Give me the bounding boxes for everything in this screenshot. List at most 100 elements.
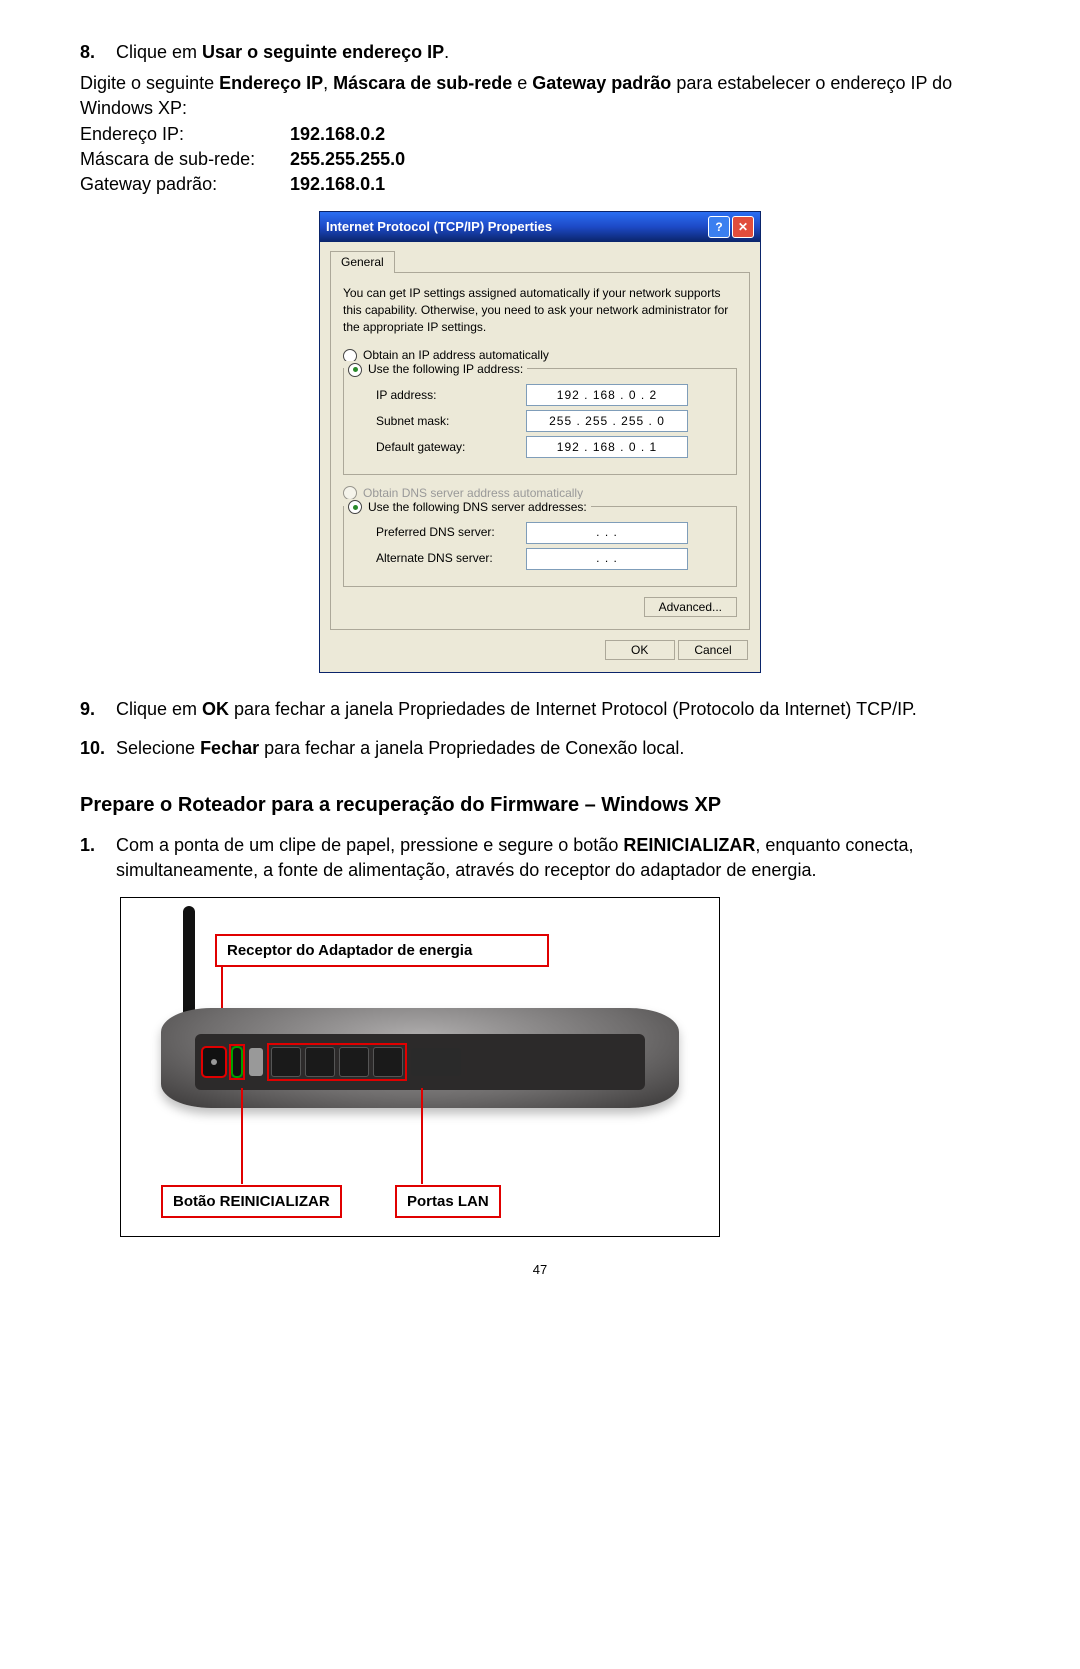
step-8-num: 8. [80, 40, 116, 65]
advanced-button[interactable]: Advanced... [644, 597, 737, 617]
router-diagram: Receptor do Adaptador de energia Botão R… [120, 897, 720, 1237]
ip-value: . . . [596, 550, 618, 567]
bold-text: Máscara de sub-rede [333, 73, 512, 93]
text: para fechar a janela Propriedades de Con… [259, 738, 684, 758]
bold-text: OK [202, 699, 229, 719]
kv-ip-value: 192.168.0.2 [290, 122, 385, 147]
radio-use-dns[interactable]: Use the following DNS server addresses: [344, 499, 591, 516]
close-icon: ✕ [738, 219, 748, 236]
section-heading: Prepare o Roteador para a recuperação do… [80, 791, 1000, 819]
text: e [512, 73, 532, 93]
ok-button[interactable]: OK [605, 640, 675, 660]
field-pref-dns: Preferred DNS server: . . . [376, 522, 726, 544]
pref-dns-input[interactable]: . . . [526, 522, 688, 544]
field-gateway: Default gateway: 192 . 168 . 0 . 1 [376, 436, 726, 458]
lan-port [339, 1047, 369, 1077]
step-9-text: Clique em OK para fechar a janela Propri… [116, 697, 1000, 722]
xp-body: General You can get IP settings assigned… [320, 242, 760, 671]
field-label: Subnet mask: [376, 413, 526, 430]
field-label: Alternate DNS server: [376, 550, 526, 567]
step-9: 9. Clique em OK para fechar a janela Pro… [80, 697, 1000, 722]
dialog-bottom-buttons: OK Cancel [330, 630, 750, 662]
router-body [161, 1008, 679, 1108]
kv-ip-label: Endereço IP: [80, 122, 290, 147]
ip-address-input[interactable]: 192 . 168 . 0 . 2 [526, 384, 688, 406]
xp-panel: You can get IP settings assigned automat… [330, 272, 750, 630]
step-10-text: Selecione Fechar para fechar a janela Pr… [116, 736, 1000, 761]
bold-text: Gateway padrão [532, 73, 671, 93]
advanced-row: Advanced... [343, 597, 737, 617]
kv-ip: Endereço IP: 192.168.0.2 [80, 122, 1000, 147]
page-number: 47 [80, 1261, 1000, 1279]
power-port [203, 1048, 225, 1076]
wan-slot [411, 1048, 461, 1076]
ip-group: Use the following IP address: IP address… [343, 368, 737, 475]
ip-value: . . . [596, 524, 618, 541]
lan-port [373, 1047, 403, 1077]
text: , [323, 73, 333, 93]
kv-mask: Máscara de sub-rede: 255.255.255.0 [80, 147, 1000, 172]
dns-group: Use the following DNS server addresses: … [343, 506, 737, 587]
text: . [444, 42, 449, 62]
help-button[interactable]: ? [708, 216, 730, 238]
xp-title-text: Internet Protocol (TCP/IP) Properties [326, 218, 706, 236]
bold-text: Endereço IP [219, 73, 323, 93]
step-10-num: 10. [80, 736, 116, 761]
xp-tcpip-dialog: Internet Protocol (TCP/IP) Properties ? … [319, 211, 761, 672]
step-8-text: Clique em Usar o seguinte endereço IP. [116, 40, 1000, 65]
field-alt-dns: Alternate DNS server: . . . [376, 548, 726, 570]
text: Clique em [116, 699, 202, 719]
router-step-1: 1. Com a ponta de um clipe de papel, pre… [80, 833, 1000, 883]
field-ip-address: IP address: 192 . 168 . 0 . 2 [376, 384, 726, 406]
xp-description: You can get IP settings assigned automat… [343, 285, 737, 335]
field-label: Preferred DNS server: [376, 524, 526, 541]
radio-label: Use the following DNS server addresses: [368, 499, 587, 516]
xp-titlebar[interactable]: Internet Protocol (TCP/IP) Properties ? … [320, 212, 760, 242]
router-face [195, 1034, 645, 1090]
subnet-input[interactable]: 255 . 255 . 255 . 0 [526, 410, 688, 432]
alt-dns-input[interactable]: . . . [526, 548, 688, 570]
lan-port [305, 1047, 335, 1077]
router-step-1-text: Com a ponta de um clipe de papel, pressi… [116, 833, 1000, 883]
callout-lan-ports: Portas LAN [395, 1185, 501, 1218]
kv-mask-value: 255.255.255.0 [290, 147, 405, 172]
kv-gw: Gateway padrão: 192.168.0.1 [80, 172, 1000, 197]
step-8: 8. Clique em Usar o seguinte endereço IP… [80, 40, 1000, 65]
lan-port [271, 1047, 301, 1077]
cancel-button[interactable]: Cancel [678, 640, 748, 660]
field-label: Default gateway: [376, 439, 526, 456]
gateway-input[interactable]: 192 . 168 . 0 . 1 [526, 436, 688, 458]
text: Selecione [116, 738, 200, 758]
text: para fechar a janela Propriedades de Int… [229, 699, 917, 719]
bold-text: REINICIALIZAR [623, 835, 755, 855]
usb-port [249, 1048, 263, 1076]
text: Clique em [116, 42, 202, 62]
field-label: IP address: [376, 387, 526, 404]
reset-wrap [231, 1046, 243, 1078]
bold-text: Usar o seguinte endereço IP [202, 42, 444, 62]
radio-icon [348, 500, 362, 514]
kv-gw-label: Gateway padrão: [80, 172, 290, 197]
field-subnet: Subnet mask: 255 . 255 . 255 . 0 [376, 410, 726, 432]
router-antenna [183, 906, 195, 1026]
help-icon: ? [715, 219, 722, 236]
step-9-num: 9. [80, 697, 116, 722]
kv-gw-value: 192.168.0.1 [290, 172, 385, 197]
step-8-paragraph: Digite o seguinte Endereço IP, Máscara d… [80, 71, 1000, 121]
ip-value: 192 . 168 . 0 . 1 [557, 439, 657, 456]
ip-value: 255 . 255 . 255 . 0 [549, 413, 665, 430]
lan-ports-group [269, 1045, 405, 1079]
callout-power-adapter: Receptor do Adaptador de energia [215, 934, 549, 967]
radio-icon [348, 363, 362, 377]
radio-use-ip[interactable]: Use the following IP address: [344, 361, 527, 378]
callout-line [241, 1088, 243, 1184]
close-button[interactable]: ✕ [732, 216, 754, 238]
ip-value: 192 . 168 . 0 . 2 [557, 387, 657, 404]
kv-mask-label: Máscara de sub-rede: [80, 147, 290, 172]
tab-general[interactable]: General [330, 251, 395, 273]
text: Digite o seguinte [80, 73, 219, 93]
bold-text: Fechar [200, 738, 259, 758]
callout-reset-button: Botão REINICIALIZAR [161, 1185, 342, 1218]
step-10: 10. Selecione Fechar para fechar a janel… [80, 736, 1000, 761]
text: Com a ponta de um clipe de papel, pressi… [116, 835, 623, 855]
